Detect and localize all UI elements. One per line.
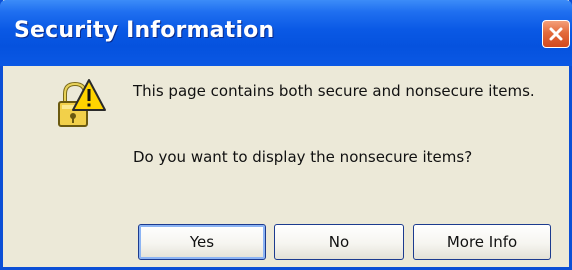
window-title: Security Information — [14, 18, 275, 43]
yes-button[interactable]: Yes — [138, 224, 266, 260]
more-info-button[interactable]: More Info — [413, 224, 551, 260]
no-button[interactable]: No — [274, 224, 404, 260]
title-bar[interactable]: Security Information — [0, 0, 572, 66]
close-button[interactable] — [542, 20, 570, 48]
warning-lock-icon — [58, 79, 106, 127]
security-message: This page contains both secure and nonse… — [133, 82, 535, 100]
close-icon — [549, 27, 563, 41]
security-question: Do you want to display the nonsecure ite… — [133, 148, 473, 166]
security-information-dialog: Security Information This page contains … — [0, 0, 572, 270]
dialog-body: This page contains both secure and nonse… — [3, 66, 569, 267]
